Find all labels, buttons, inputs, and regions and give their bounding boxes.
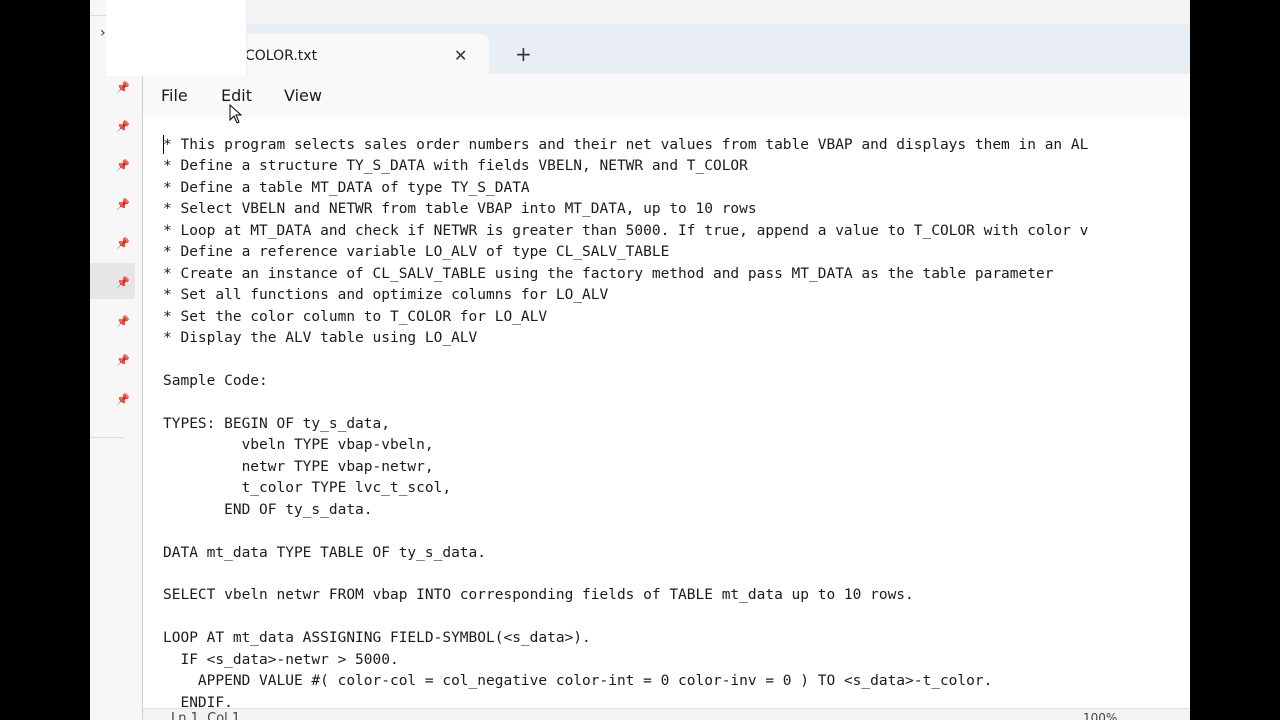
editor-line: * Define a table MT_DATA of type TY_S_DA… (163, 179, 530, 196)
editor-line: * This program selects sales order numbe… (163, 137, 1089, 153)
pin-icon[interactable]: 📌 (116, 158, 130, 172)
editor-line: * Loop at MT_DATA and check if NETWR is … (163, 222, 1089, 239)
notepad-window: COLOR.txt ✕ + File Edit View * This prog… (142, 24, 1190, 720)
pin-icon[interactable]: 📌 (116, 119, 130, 133)
close-icon[interactable]: ✕ (454, 46, 467, 65)
explorer-sidebar: › 📌 📌 📌 📌 📌 📌 📌 📌 📌 (90, 0, 142, 720)
tab-title: COLOR.txt (245, 48, 318, 64)
editor-line: * Display the ALV table using LO_ALV (163, 330, 478, 347)
editor-line: LOOP AT mt_data ASSIGNING FIELD-SYMBOL(<… (163, 630, 591, 647)
zoom-level[interactable]: 100% (1083, 711, 1117, 720)
editor-line: * Define a reference variable LO_ALV of … (163, 244, 670, 261)
screen: › 📌 📌 📌 📌 📌 📌 📌 📌 📌 COLOR.txt ✕ + File E… (90, 0, 1190, 720)
editor-line: t_color TYPE lvc_t_scol, (163, 480, 452, 497)
editor-line: * Set the color column to T_COLOR for LO… (163, 308, 548, 325)
editor-line: SELECT vbeln netwr FROM vbap INTO corres… (163, 587, 914, 604)
mouse-cursor-icon (229, 104, 243, 124)
editor-line: * Select VBELN and NETWR from table VBAP… (163, 201, 757, 218)
pin-icon[interactable]: 📌 (116, 314, 130, 328)
status-bar: Ln 1, Col 1 100% (143, 708, 1190, 720)
chevron-right-icon[interactable]: › (100, 25, 106, 41)
background-strip (246, 0, 1190, 25)
pin-icon[interactable]: 📌 (116, 80, 130, 94)
letterbox-right (1190, 0, 1280, 720)
pin-icon[interactable]: 📌 (116, 275, 130, 289)
editor-line: netwr TYPE vbap-netwr, (163, 458, 434, 475)
menu-view[interactable]: View (284, 86, 322, 105)
menu-bar: File Edit View (143, 74, 1190, 118)
tab-bar: COLOR.txt ✕ + (143, 24, 1190, 74)
editor-line: * Create an instance of CL_SALV_TABLE us… (163, 265, 1054, 282)
editor-line: * Define a structure TY_S_DATA with fiel… (163, 158, 748, 175)
editor-line: vbeln TYPE vbap-vbeln, (163, 437, 434, 454)
menu-file[interactable]: File (161, 86, 188, 105)
overlay-popup (106, 0, 247, 76)
editor-line: DATA mt_data TYPE TABLE OF ty_s_data. (163, 544, 487, 561)
editor-line: * Set all functions and optimize columns… (163, 287, 609, 304)
pin-icon[interactable]: 📌 (116, 236, 130, 250)
pin-icon[interactable]: 📌 (116, 197, 130, 211)
cursor-position: Ln 1, Col 1 (171, 711, 241, 720)
letterbox-left (0, 0, 90, 720)
editor-line: APPEND VALUE #( color-col = col_negative… (163, 673, 993, 690)
pin-icon[interactable]: 📌 (116, 392, 130, 406)
editor-line: IF <s_data>-netwr > 5000. (163, 651, 399, 668)
editor-line: TYPES: BEGIN OF ty_s_data, (163, 415, 390, 432)
text-editor[interactable]: * This program selects sales order numbe… (143, 118, 1190, 712)
editor-line: Sample Code: (163, 372, 268, 389)
menu-edit[interactable]: Edit (221, 86, 252, 105)
plus-icon[interactable]: + (515, 44, 532, 64)
pin-icon[interactable]: 📌 (116, 353, 130, 367)
editor-line: END OF ty_s_data. (163, 501, 373, 518)
